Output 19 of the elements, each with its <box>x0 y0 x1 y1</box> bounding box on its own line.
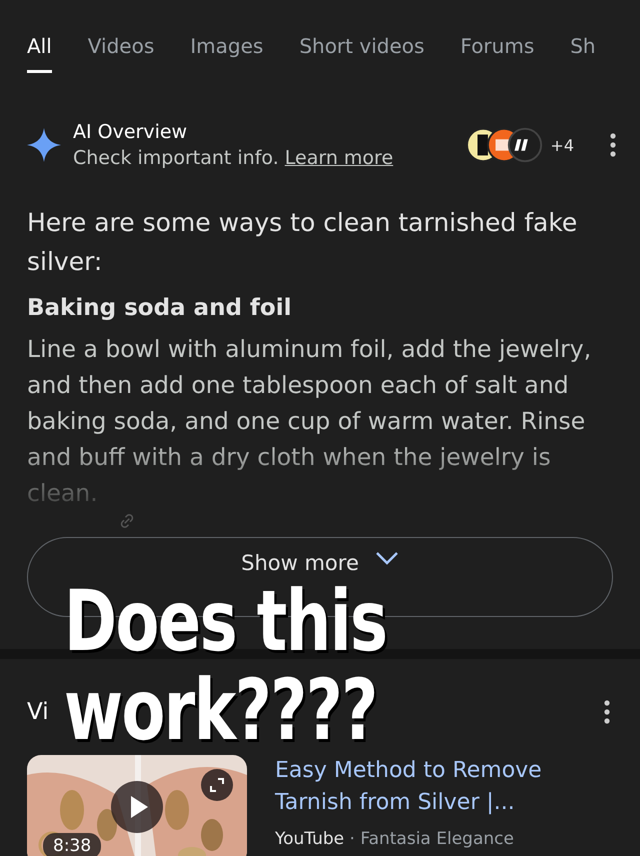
channel-name: Fantasia Elegance <box>360 829 514 849</box>
overview-subtitle: Check important info. <box>73 147 279 169</box>
body-text: Line a bowl with aluminum foil, add the jewelry, and then add one tablespoon each of salt and baking soda, and one cup of warm water. Rinse and buff with a dry cloth when the jewelry is clean. <box>27 334 592 509</box>
duration-badge: 8:38 <box>43 833 102 856</box>
tab[interactable]: Images <box>190 34 264 73</box>
overview-title: AI Overview <box>73 121 188 143</box>
source-count: +4 <box>550 136 574 154</box>
learn-more-link[interactable]: Learn more <box>284 147 394 169</box>
tab[interactable]: Videos <box>88 34 154 73</box>
tab[interactable]: Forums <box>460 34 534 73</box>
video-title-link[interactable]: Easy Method to Remove Tarnish from Silver |... <box>275 755 613 819</box>
tab[interactable]: Short videos <box>299 34 424 73</box>
tab[interactable]: Sh <box>570 34 596 73</box>
videos-title: Vi <box>27 699 49 725</box>
platform-name: YouTube <box>275 829 344 849</box>
intro-text: Here are some ways to clean tarnished fake silver: <box>27 207 578 278</box>
tab[interactable]: All <box>27 34 52 73</box>
section-heading: Baking soda and foil <box>27 295 292 321</box>
separator-dot: · <box>350 829 355 849</box>
